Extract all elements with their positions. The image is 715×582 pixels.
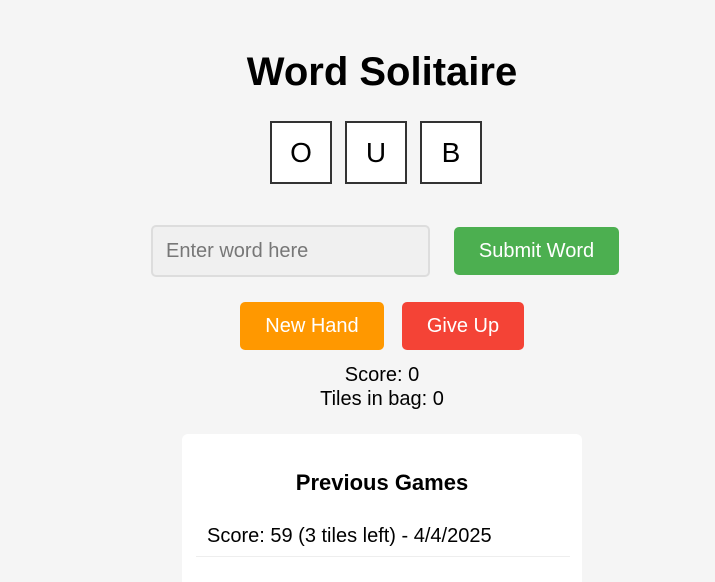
- word-input[interactable]: [151, 225, 430, 277]
- page-title: Word Solitaire: [246, 50, 518, 94]
- previous-games-title: Previous Games: [295, 470, 469, 495]
- letter-tile[interactable]: O: [270, 121, 332, 184]
- new-hand-button[interactable]: New Hand: [240, 302, 384, 350]
- give-up-button[interactable]: Give Up: [402, 302, 524, 350]
- previous-games-panel: Previous Games Score: 59 (3 tiles left) …: [182, 434, 582, 582]
- score-text: Score: 0: [344, 364, 420, 386]
- submit-word-button[interactable]: Submit Word: [454, 227, 619, 275]
- score-panel: Score: 0 Tiles in bag: 0: [182, 363, 582, 411]
- tiles-in-bag-text: Tiles in bag: 0: [320, 388, 444, 410]
- tile-hand: O U B: [270, 121, 482, 184]
- previous-games-list: Score: 59 (3 tiles left) - 4/4/2025: [196, 516, 570, 557]
- letter-tile[interactable]: B: [420, 121, 482, 184]
- game-page: Word Solitaire O U B Submit Word New Han…: [0, 0, 715, 582]
- list-item: Score: 59 (3 tiles left) - 4/4/2025: [196, 516, 570, 557]
- letter-tile[interactable]: U: [345, 121, 407, 184]
